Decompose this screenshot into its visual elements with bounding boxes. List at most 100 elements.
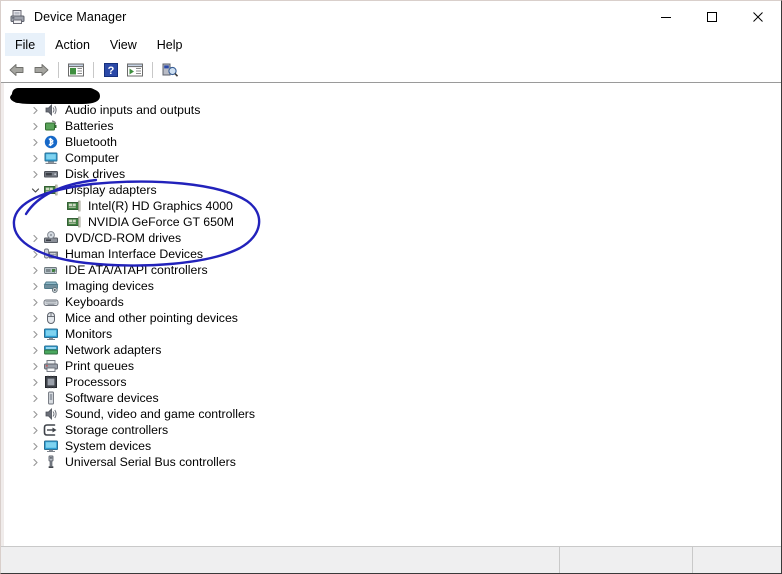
chevron-right-icon[interactable] — [28, 426, 43, 435]
tree-node-sound-video-and-game-controllers[interactable]: Sound, video and game controllers — [4, 406, 781, 422]
network-adapter-icon — [43, 342, 59, 358]
tree-node-human-interface-devices[interactable]: Human Interface Devices — [4, 246, 781, 262]
chevron-right-icon[interactable] — [28, 154, 43, 163]
disk-drive-icon — [43, 166, 59, 182]
chevron-right-icon[interactable] — [28, 314, 43, 323]
close-button[interactable] — [735, 1, 781, 33]
tree-node-audio-inputs-and-outputs[interactable]: Audio inputs and outputs — [4, 102, 781, 118]
tree-node-label: Processors — [65, 375, 127, 389]
tree-node-label: Universal Serial Bus controllers — [65, 455, 236, 469]
tree-node-system-devices[interactable]: System devices — [4, 438, 781, 454]
device-tree-pane[interactable]: Audio inputs and outputs Batteries Bluet… — [1, 83, 781, 546]
system-device-icon — [43, 438, 59, 454]
tree-node-nvidia-geforce-gt-650m[interactable]: NVIDIA GeForce GT 650M — [4, 214, 781, 230]
chevron-right-icon[interactable] — [28, 250, 43, 259]
svg-text:?: ? — [108, 65, 115, 77]
help-icon[interactable]: ? — [99, 59, 123, 81]
display-adapter-icon — [66, 214, 82, 230]
tree-node-storage-controllers[interactable]: Storage controllers — [4, 422, 781, 438]
tree-node-label: Batteries — [65, 119, 114, 133]
tree-node-software-devices[interactable]: Software devices — [4, 390, 781, 406]
status-bar-pane-3 — [692, 547, 781, 573]
tree-root-node[interactable] — [4, 86, 781, 102]
maximize-button[interactable] — [689, 1, 735, 33]
chevron-right-icon[interactable] — [28, 170, 43, 179]
tree-node-label: Sound, video and game controllers — [65, 407, 256, 421]
imaging-device-icon — [43, 278, 59, 294]
tree-node-dvd-cd-rom-drives[interactable]: DVD/CD-ROM drives — [4, 230, 781, 246]
chevron-right-icon[interactable] — [28, 410, 43, 419]
printer-icon — [43, 358, 59, 374]
tree-node-bluetooth[interactable]: Bluetooth — [4, 134, 781, 150]
tree-node-display-adapters[interactable]: Display adapters — [4, 182, 781, 198]
usb-controller-icon — [43, 454, 59, 470]
tree-node-label: Computer — [65, 151, 119, 165]
chevron-right-icon[interactable] — [28, 234, 43, 243]
chevron-right-icon[interactable] — [28, 346, 43, 355]
chevron-right-icon[interactable] — [28, 282, 43, 291]
tree-node-disk-drives[interactable]: Disk drives — [4, 166, 781, 182]
tree-node-intel-hd-graphics-4000[interactable]: Intel(R) HD Graphics 4000 — [4, 198, 781, 214]
toolbar-separator — [152, 61, 153, 78]
tree-node-label: Network adapters — [65, 343, 162, 357]
window-controls — [643, 1, 781, 33]
menu-file[interactable]: File — [5, 33, 46, 56]
storage-controller-icon — [43, 422, 59, 438]
tree-node-label: Storage controllers — [65, 423, 169, 437]
bluetooth-icon — [43, 134, 59, 150]
tree-node-computer[interactable]: Computer — [4, 150, 781, 166]
chevron-right-icon[interactable] — [28, 362, 43, 371]
chevron-right-icon[interactable] — [28, 298, 43, 307]
tree-node-label: Human Interface Devices — [65, 247, 204, 261]
chevron-right-icon[interactable] — [28, 458, 43, 467]
tree-node-batteries[interactable]: Batteries — [4, 118, 781, 134]
tree-node-label: Mice and other pointing devices — [65, 311, 238, 325]
tree-node-mice-and-other-pointing-devices[interactable]: Mice and other pointing devices — [4, 310, 781, 326]
device-manager-icon — [9, 8, 27, 26]
back-icon[interactable] — [5, 59, 29, 81]
chevron-right-icon[interactable] — [28, 442, 43, 451]
tree-node-keyboards[interactable]: Keyboards — [4, 294, 781, 310]
tree-node-label: IDE ATA/ATAPI controllers — [65, 263, 208, 277]
minimize-button[interactable] — [643, 1, 689, 33]
chevron-right-icon[interactable] — [28, 266, 43, 275]
keyboard-icon — [43, 294, 59, 310]
tree-node-label: Monitors — [65, 327, 113, 341]
scan-hardware-changes-icon[interactable] — [158, 59, 182, 81]
menu-help[interactable]: Help — [147, 33, 193, 56]
chevron-right-icon[interactable] — [28, 394, 43, 403]
status-bar-pane-2 — [559, 547, 692, 573]
tree-node-label: Intel(R) HD Graphics 4000 — [88, 199, 233, 213]
tree-node-label: DVD/CD-ROM drives — [65, 231, 182, 245]
ide-controller-icon — [43, 262, 59, 278]
tree-node-monitors[interactable]: Monitors — [4, 326, 781, 342]
toolbar-separator — [58, 61, 59, 78]
status-bar — [1, 546, 781, 573]
tree-node-imaging-devices[interactable]: Imaging devices — [4, 278, 781, 294]
device-tree: Audio inputs and outputs Batteries Bluet… — [4, 83, 781, 470]
menu-action[interactable]: Action — [45, 33, 100, 56]
tree-node-network-adapters[interactable]: Network adapters — [4, 342, 781, 358]
chevron-right-icon[interactable] — [28, 330, 43, 339]
properties-icon[interactable] — [64, 59, 88, 81]
window-title: Device Manager — [34, 10, 127, 24]
chevron-down-icon[interactable] — [12, 90, 27, 99]
show-hidden-devices-icon[interactable] — [123, 59, 147, 81]
tree-node-label: Software devices — [65, 391, 159, 405]
menu-view[interactable]: View — [100, 33, 147, 56]
chevron-right-icon[interactable] — [28, 138, 43, 147]
tree-node-processors[interactable]: Processors — [4, 374, 781, 390]
monitor-icon — [43, 326, 59, 342]
chevron-right-icon[interactable] — [28, 378, 43, 387]
chevron-right-icon[interactable] — [28, 106, 43, 115]
tree-node-ide-ata-atapi-controllers[interactable]: IDE ATA/ATAPI controllers — [4, 262, 781, 278]
tree-node-print-queues[interactable]: Print queues — [4, 358, 781, 374]
computer-icon — [43, 150, 59, 166]
chevron-right-icon[interactable] — [28, 122, 43, 131]
chevron-down-icon[interactable] — [28, 186, 43, 195]
tree-node-universal-serial-bus-controllers[interactable]: Universal Serial Bus controllers — [4, 454, 781, 470]
forward-icon[interactable] — [29, 59, 53, 81]
tree-node-label: Bluetooth — [65, 135, 117, 149]
tree-node-label: NVIDIA GeForce GT 650M — [88, 215, 235, 229]
status-bar-main — [1, 547, 559, 573]
